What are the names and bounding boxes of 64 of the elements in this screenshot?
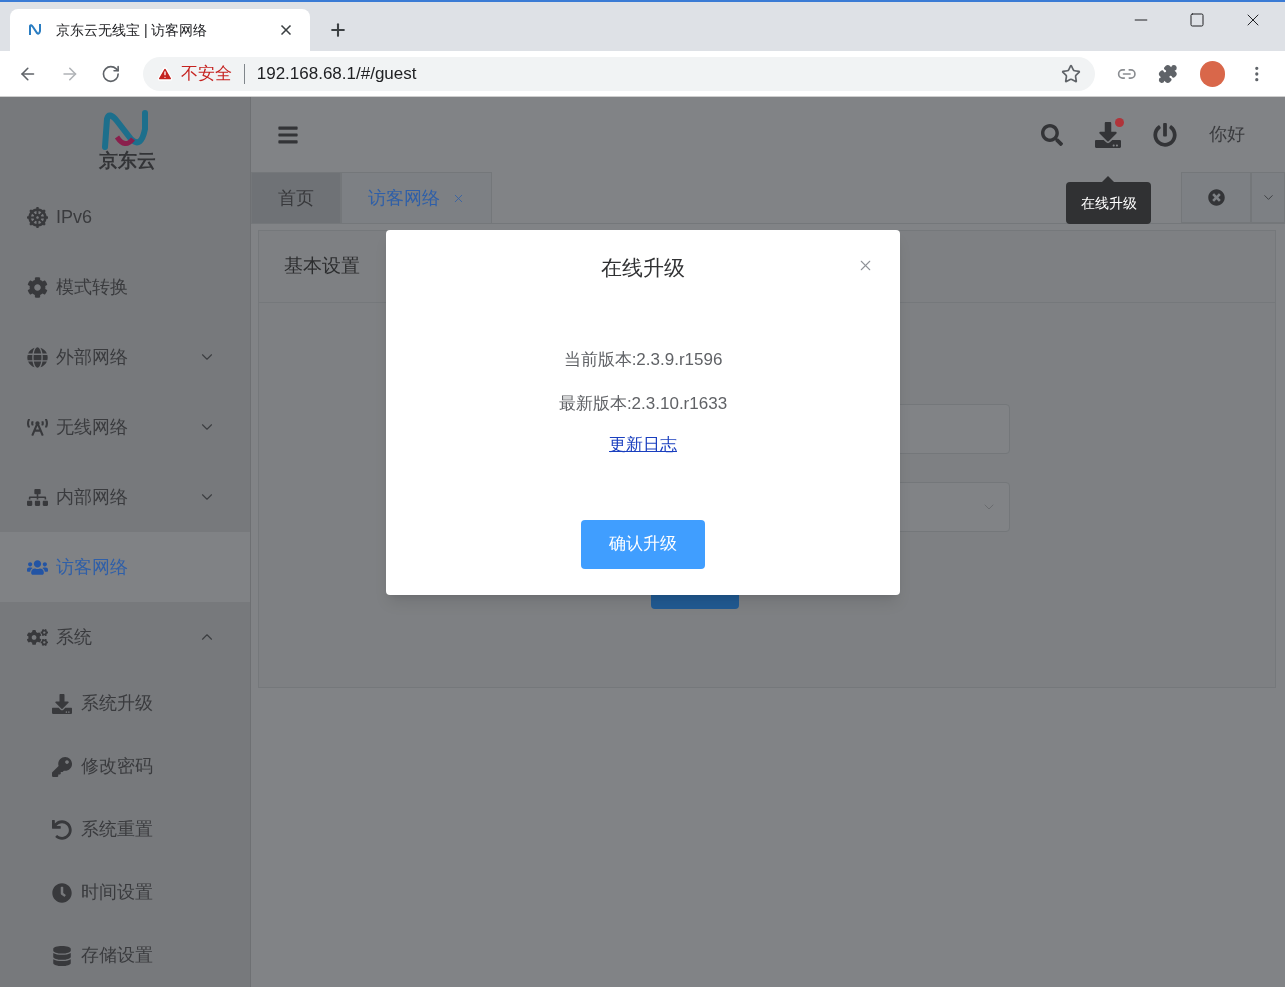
page-tab[interactable]: 访客网络 — [341, 172, 492, 223]
sidebar-label: 模式转换 — [56, 275, 129, 299]
clock-icon — [52, 882, 72, 903]
reload-icon[interactable] — [101, 63, 121, 84]
globe-icon — [27, 346, 48, 368]
gear-icon — [27, 276, 48, 298]
sidebar-label: IPv6 — [56, 205, 94, 229]
search-icon[interactable] — [1041, 123, 1063, 146]
sidebar-item[interactable]: 模式转换 — [0, 252, 250, 322]
profile-avatar[interactable] — [1199, 60, 1226, 87]
current-version: 当前版本:2.3.9.r1596 — [563, 349, 723, 371]
sidebar-item[interactable]: 无线网络 — [0, 392, 250, 462]
undo-icon — [52, 819, 72, 840]
security-label: 不安全 — [180, 62, 232, 85]
confirm-upgrade-button[interactable]: 确认升级 — [581, 519, 705, 569]
sidebar-label: 系统重置 — [81, 818, 153, 841]
network-icon — [27, 486, 48, 508]
bookmark-star-icon[interactable] — [1060, 63, 1081, 84]
sidebar-subitem[interactable]: 时间设置 — [0, 861, 250, 924]
page-tab[interactable]: 首页 — [251, 172, 341, 223]
sidebar-label: 时间设置 — [81, 881, 153, 904]
download-icon — [52, 693, 72, 714]
download-button[interactable] — [1095, 121, 1121, 148]
latest-version: 最新版本:2.3.10.r1633 — [558, 392, 728, 415]
sidebar-subitem[interactable]: 存储设置 — [0, 924, 250, 987]
sidebar-subitem[interactable]: 修改密码 — [0, 735, 250, 798]
extensions-icon[interactable] — [1158, 63, 1178, 84]
sidebar-label: 系统 — [56, 625, 93, 649]
sidebar-label: 存储设置 — [81, 944, 153, 967]
sidebar-label: 外部网络 — [56, 345, 129, 369]
sidebar-label: 内部网络 — [56, 485, 129, 509]
dialog-title: 在线升级 — [601, 254, 685, 281]
tab-label: 首页 — [278, 186, 314, 210]
maximize-icon[interactable] — [1189, 12, 1205, 28]
tooltip: 在线升级 — [1066, 182, 1151, 224]
sidebar-label: 系统升级 — [81, 692, 153, 715]
warning-icon — [156, 65, 173, 82]
power-icon[interactable] — [1153, 122, 1177, 147]
download-icon — [1095, 121, 1121, 148]
sidebar-label: 修改密码 — [81, 755, 153, 778]
browser-tab[interactable]: 京东云无线宝 | 访客网络 — [10, 9, 310, 52]
sidebar-label: 访客网络 — [56, 555, 129, 579]
sidebar-subitem[interactable]: 系统升级 — [0, 672, 250, 735]
sidebar-label: 无线网络 — [56, 415, 129, 439]
card-title: 基本设置 — [284, 254, 360, 279]
tab-title: 京东云无线宝 | 访客网络 — [56, 20, 209, 40]
url-text: 192.168.68.1/#/guest — [256, 62, 418, 85]
close-tabs-button[interactable] — [1181, 172, 1251, 223]
tab-label: 访客网络 — [368, 186, 440, 210]
changelog-link[interactable]: 更新日志 — [609, 432, 677, 458]
database-icon — [52, 945, 72, 966]
sidebar-subitem[interactable]: 系统重置 — [0, 798, 250, 861]
antenna-icon — [27, 416, 48, 438]
key-icon — [52, 756, 72, 777]
sidebar-item[interactable]: IPv6 — [0, 182, 250, 252]
sidebar-item[interactable]: 访客网络 — [0, 532, 250, 602]
gears-icon — [27, 626, 48, 648]
tooltip-arrow — [1102, 176, 1114, 182]
address-bar[interactable]: 不安全 192.168.68.1/#/guest — [142, 56, 1095, 91]
sidebar-item[interactable]: 系统 — [0, 602, 250, 672]
user-greeting[interactable]: 你好 — [1209, 121, 1245, 148]
logo-text: 京东云 — [98, 151, 156, 170]
sidebar-item[interactable]: 内部网络 — [0, 462, 250, 532]
sidebar-item[interactable]: 外部网络 — [0, 322, 250, 392]
